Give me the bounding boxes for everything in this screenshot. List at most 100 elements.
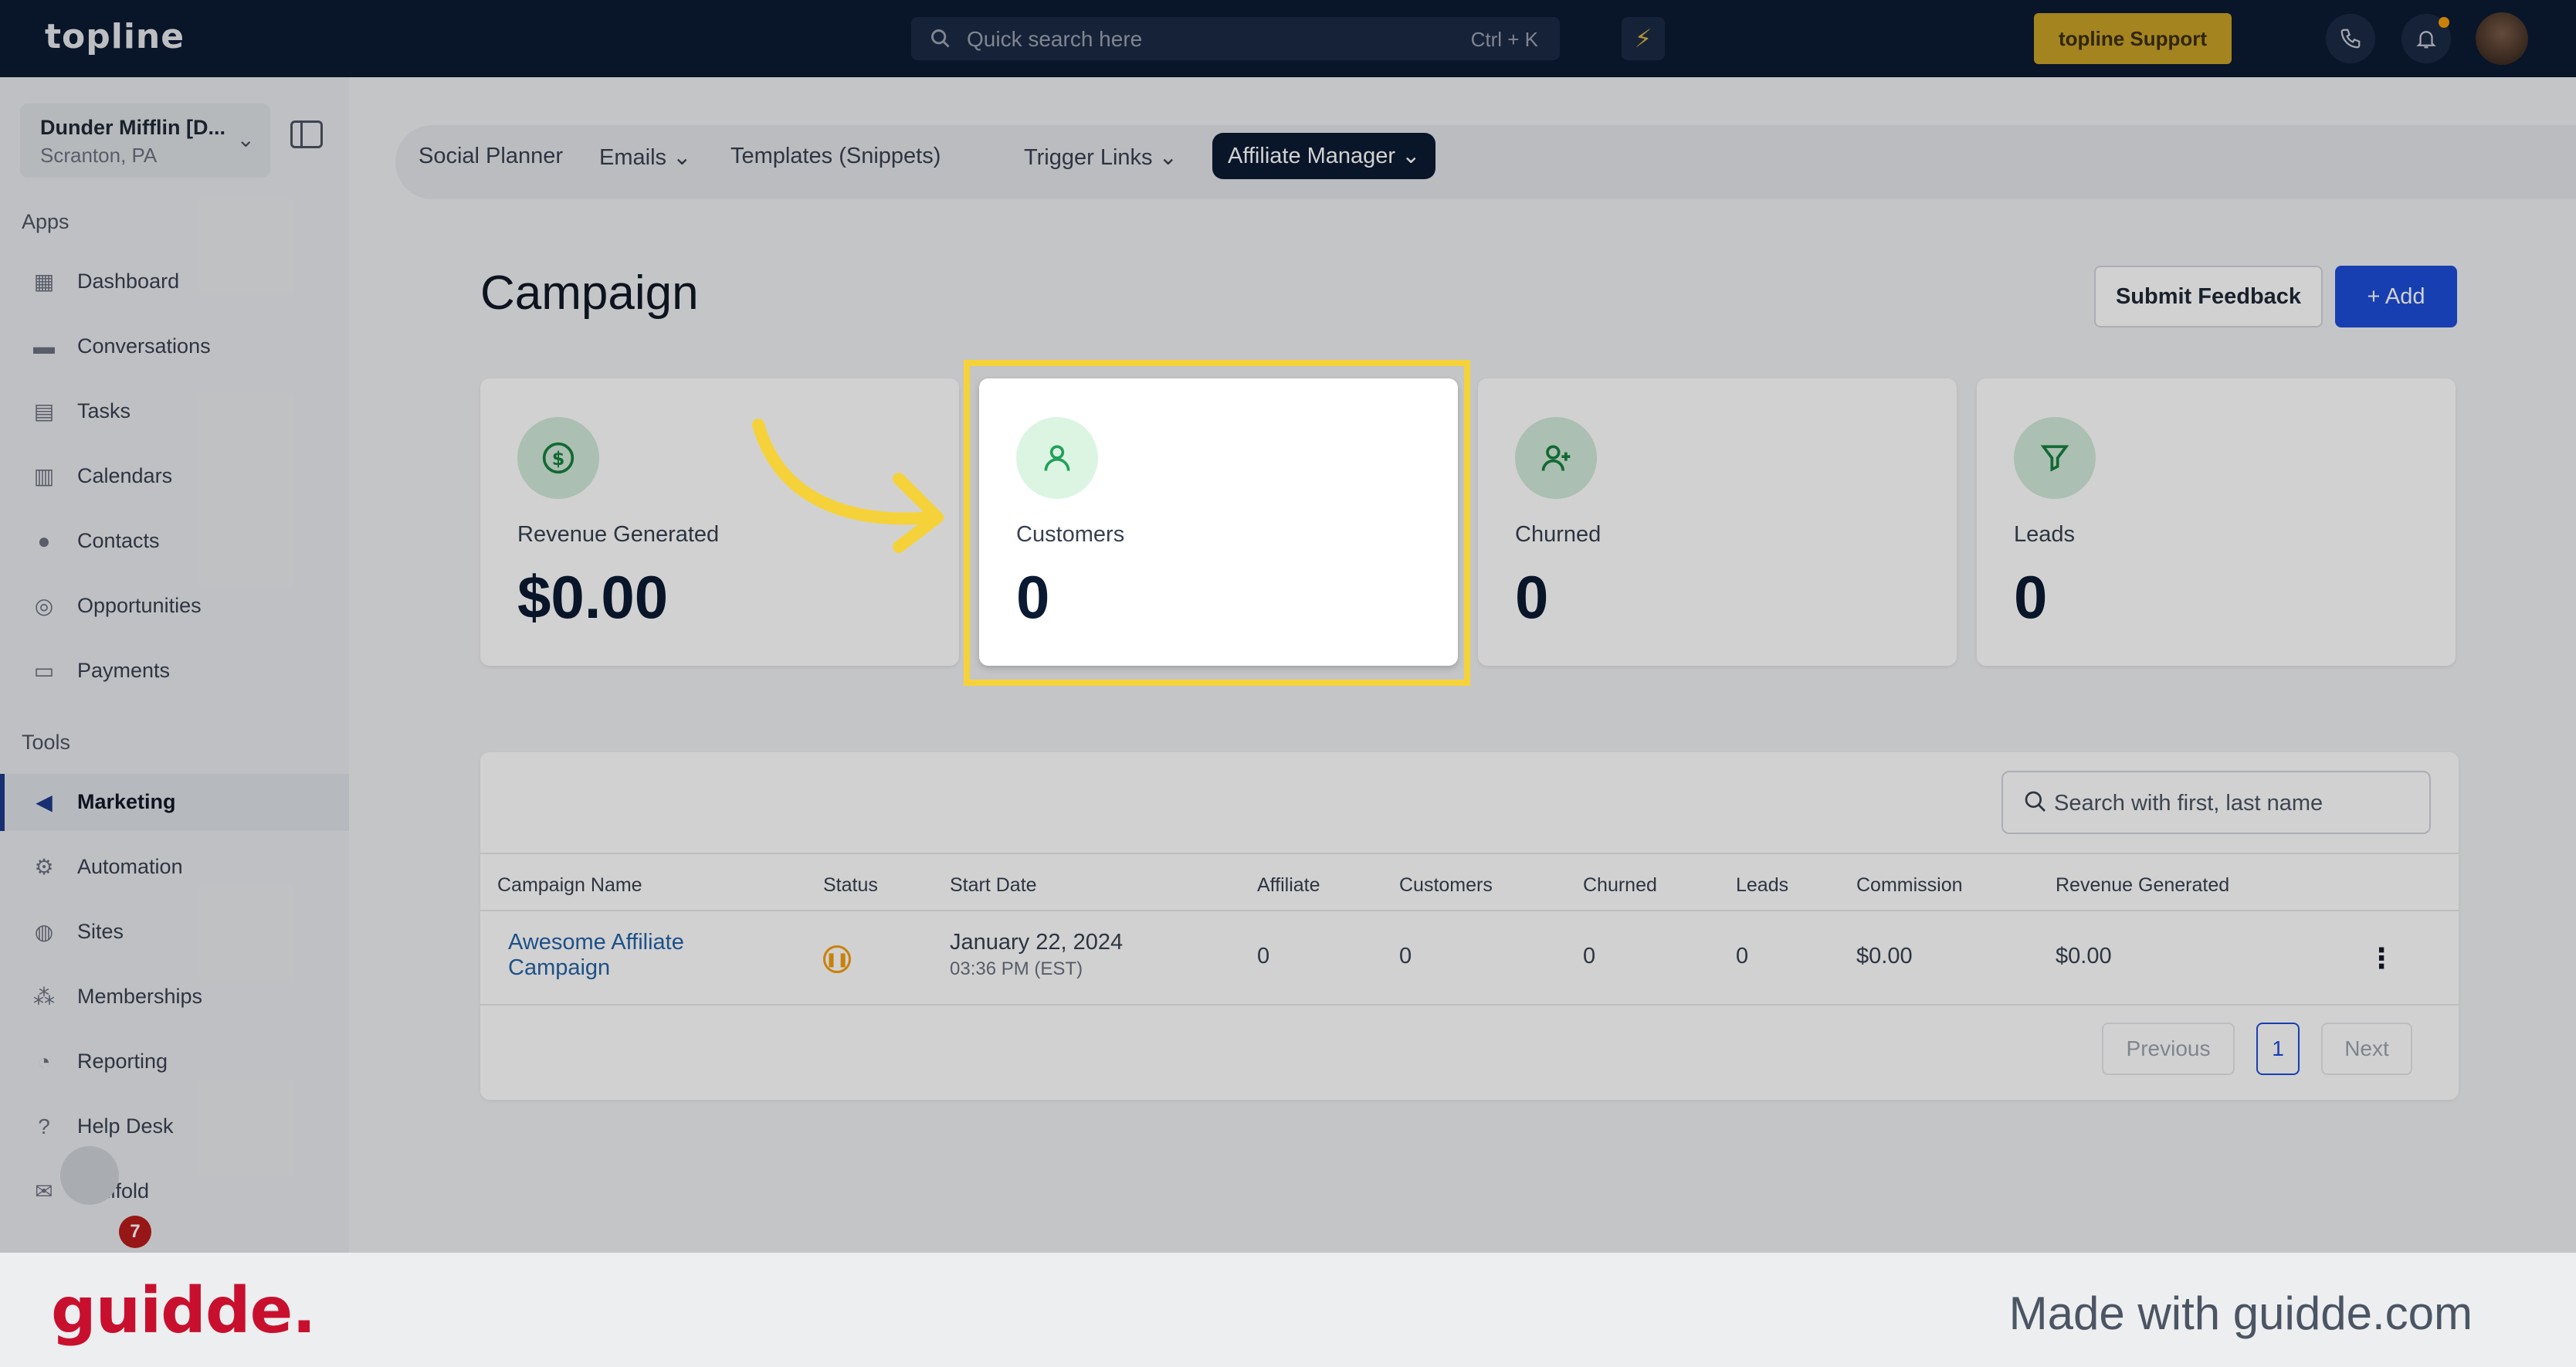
pause-status-icon[interactable]: ❚❚: [823, 945, 851, 973]
chat-widget-icon[interactable]: [60, 1146, 119, 1205]
campaign-name-line1: Awesome Affiliate: [508, 930, 684, 955]
col-customers[interactable]: Customers: [1399, 874, 1493, 897]
customers-label: Customers: [1016, 522, 1125, 547]
notification-count-badge: 7: [119, 1216, 151, 1248]
campaign-table-card: Search with first, last name Campaign Na…: [480, 752, 2459, 1100]
sidebar-item-marketing[interactable]: ◀ Marketing: [0, 774, 349, 831]
col-affiliate[interactable]: Affiliate: [1257, 874, 1320, 897]
phone-icon[interactable]: [2326, 14, 2375, 63]
tab-templates[interactable]: Templates (Snippets): [730, 144, 941, 169]
support-button[interactable]: topline Support: [2034, 13, 2232, 64]
tab-affiliate-manager[interactable]: Affiliate Manager ⌄: [1212, 133, 1436, 179]
sidebar-item-label: Automation: [77, 855, 183, 878]
main-content: Social Planner Emails ⌄ Templates (Snipp…: [349, 77, 2576, 1253]
made-with-text[interactable]: Made with guidde.com: [2009, 1287, 2473, 1340]
tab-emails[interactable]: Emails ⌄: [599, 144, 691, 171]
sidebar-item-contacts[interactable]: ● Contacts: [0, 513, 349, 570]
sidebar-item-label: Marketing: [77, 790, 176, 813]
sidebar-item-conversations[interactable]: ▬ Conversations: [0, 318, 349, 375]
col-campaign-name[interactable]: Campaign Name: [497, 874, 642, 897]
guidde-logo[interactable]: guidde.: [51, 1274, 316, 1348]
sidebar-item-label: Memberships: [77, 985, 203, 1008]
tab-social-planner[interactable]: Social Planner: [419, 144, 563, 169]
start-date: January 22, 2024: [950, 930, 1124, 955]
sidebar-item-label: Dashboard: [77, 270, 180, 293]
sidebar: Dunder Mifflin [D... Scranton, PA ⌄ Apps…: [0, 77, 349, 1253]
globe-icon: ◍: [34, 920, 54, 944]
sidebar-item-label: Contacts: [77, 529, 160, 552]
sidebar-item-payments[interactable]: ▭ Payments: [0, 643, 349, 700]
pointer-arrow-icon: [752, 419, 944, 553]
tools-section-label: Tools: [22, 731, 71, 754]
col-status[interactable]: Status: [823, 874, 878, 897]
sidebar-item-label: Tasks: [77, 399, 131, 422]
marketing-tabs: Social Planner Emails ⌄ Templates (Snipp…: [395, 125, 2576, 199]
user-plus-icon: [1515, 417, 1597, 499]
quick-search-placeholder: Quick search here: [967, 27, 1143, 51]
table-header: Campaign Name Status Start Date Affiliat…: [480, 853, 2459, 911]
sidebar-item-help-desk[interactable]: ? Help Desk: [0, 1098, 349, 1155]
sidebar-item-reporting[interactable]: ◔ Reporting: [0, 1033, 349, 1091]
sidebar-collapse-icon[interactable]: [290, 120, 323, 148]
apps-section-label: Apps: [22, 210, 69, 233]
next-page-button[interactable]: Next: [2321, 1023, 2412, 1075]
sidebar-item-label: Help Desk: [77, 1114, 174, 1138]
previous-page-button[interactable]: Previous: [2102, 1023, 2235, 1075]
search-icon: [931, 29, 950, 48]
card-icon: ▭: [33, 659, 55, 683]
pie-icon: ◔: [37, 1050, 51, 1074]
kebab-menu-icon[interactable]: ⋮: [2368, 942, 2395, 975]
col-commission[interactable]: Commission: [1856, 874, 1963, 897]
app-logo[interactable]: topline: [45, 17, 185, 56]
location-switcher[interactable]: Dunder Mifflin [D... Scranton, PA ⌄: [20, 103, 270, 178]
location-city: Scranton, PA: [40, 144, 158, 167]
revenue-label: Revenue Generated: [517, 522, 720, 547]
tasks-icon: ▤: [33, 399, 55, 423]
leads-label: Leads: [2014, 522, 2076, 547]
churned-value: 0: [1515, 563, 1549, 631]
sidebar-item-mailfold[interactable]: ✉Mailfold: [0, 1163, 349, 1220]
leads-card: Leads 0: [1977, 378, 2456, 666]
leads-cell: 0: [1736, 944, 1749, 968]
revenue-value: $0.00: [517, 563, 669, 631]
target-icon: ◎: [34, 594, 54, 618]
sidebar-item-label: Sites: [77, 920, 124, 943]
start-time: 03:36 PM (EST): [950, 958, 1083, 979]
col-start-date[interactable]: Start Date: [950, 874, 1037, 897]
top-bar: topline Quick search here Ctrl + K ⚡ top…: [0, 0, 2576, 77]
tab-trigger-links[interactable]: Trigger Links ⌄: [1024, 144, 1178, 171]
svg-text:$: $: [552, 448, 565, 470]
page-1-button[interactable]: 1: [2256, 1023, 2300, 1075]
notification-dot: [2439, 17, 2449, 28]
sidebar-item-tasks[interactable]: ▤ Tasks: [0, 383, 349, 440]
col-revenue[interactable]: Revenue Generated: [2056, 874, 2229, 897]
chat-icon: ▬: [33, 334, 55, 358]
add-button[interactable]: + Add: [2335, 266, 2457, 327]
quick-search-input[interactable]: Quick search here Ctrl + K: [911, 17, 1560, 60]
dollar-icon: $: [517, 417, 599, 499]
sidebar-item-sites[interactable]: ◍ Sites: [0, 904, 349, 961]
leads-value: 0: [2014, 563, 2048, 631]
sidebar-item-automation[interactable]: ⚙ Automation: [0, 839, 349, 896]
submit-feedback-button[interactable]: Submit Feedback: [2094, 266, 2323, 327]
user-avatar[interactable]: [2476, 12, 2528, 65]
dashboard-icon: ▦: [33, 270, 55, 293]
sidebar-item-dashboard[interactable]: ▦ Dashboard: [0, 253, 349, 310]
campaign-name-link[interactable]: Awesome Affiliate Campaign: [508, 930, 684, 981]
campaign-name-line2: Campaign: [508, 955, 611, 980]
user-icon: [1016, 417, 1098, 499]
table-search-input[interactable]: Search with first, last name: [2001, 771, 2431, 834]
lightning-icon[interactable]: ⚡: [1622, 17, 1665, 60]
tab-trigger-links-label: Trigger Links: [1024, 145, 1153, 170]
page-title: Campaign: [480, 266, 699, 320]
megaphone-icon: ◀: [36, 790, 53, 814]
calendar-icon: ▥: [33, 464, 55, 488]
col-leads[interactable]: Leads: [1736, 874, 1788, 897]
customers-card-highlighted: Customers 0: [979, 378, 1458, 666]
sidebar-item-calendars[interactable]: ▥ Calendars: [0, 448, 349, 505]
tab-affiliate-manager-label: Affiliate Manager: [1228, 144, 1396, 168]
sidebar-item-opportunities[interactable]: ◎ Opportunities: [0, 578, 349, 635]
col-churned[interactable]: Churned: [1583, 874, 1657, 897]
sidebar-item-memberships[interactable]: ⁂ Memberships: [0, 968, 349, 1026]
mail-icon: ✉: [35, 1179, 53, 1203]
